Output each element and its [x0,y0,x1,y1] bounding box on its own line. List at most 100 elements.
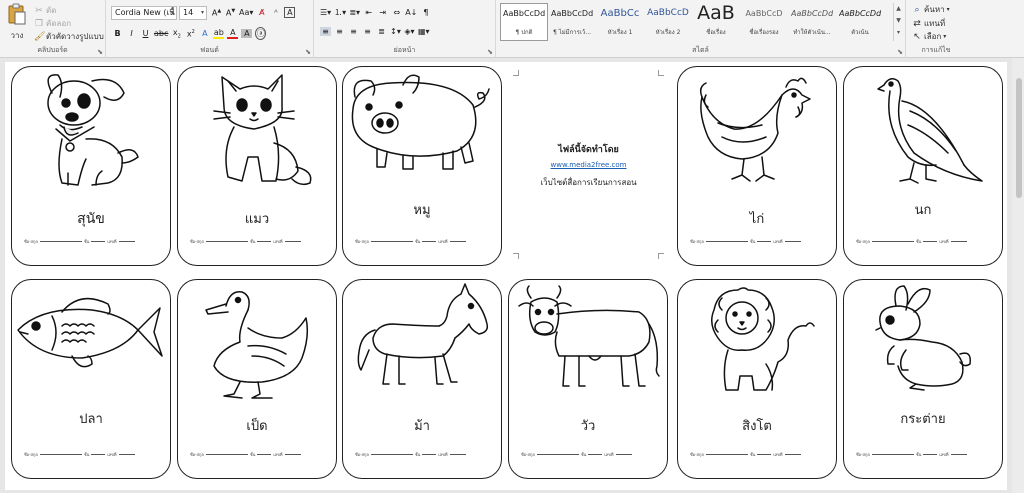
format-painter-button[interactable]: 🖌 ตัวคัดวางรูปแบบ [34,30,104,43]
borders-icon[interactable]: ▦▾ [418,27,430,36]
style-subtle-emphasis[interactable]: AaBbCcDd ทำให้ตัวเน้น... [788,3,836,41]
show-marks-icon[interactable]: ¶ [420,8,431,17]
style-no-spacing[interactable]: AaBbCcDd ¶ ไม่มีการเว้... [548,3,596,41]
rabbit-picture [875,285,972,391]
paste-button[interactable]: วาง [4,3,30,42]
style-subtitle[interactable]: AaBbCcD ชื่อเรื่องรอง [740,3,788,41]
student-info-fields: ชื่อ-สกุล ชั้น เลขที่ [190,238,328,245]
bird-picture [877,78,983,184]
font-name-combo[interactable]: Cordia New (เนื้ ▾ [111,6,177,20]
card-animal-name: แมว [244,212,270,227]
style-emphasis[interactable]: AaBbCcDd ตัวเน้น [836,3,884,41]
style-title[interactable]: AaB ชื่อเรื่อง [692,3,740,41]
subscript-icon[interactable]: x2 [171,28,182,40]
increase-indent-icon[interactable]: ⇥ [377,8,388,17]
enclose-characters-icon[interactable]: ⓐ [255,27,267,40]
bold-icon[interactable]: B [112,29,123,38]
styles-launcher-icon[interactable]: ⬊ [897,48,903,56]
superscript-icon[interactable]: x2 [185,29,196,39]
decrease-indent-icon[interactable]: ⇤ [363,8,374,17]
paragraph-group-label: ย่อหน้า [393,46,416,54]
student-info-fields: ชื่อ-สกุล ชั้น เลขที่ [24,451,162,458]
copy-icon: ❐ [34,18,44,29]
cut-button[interactable]: ✂ ตัด [34,4,56,17]
replace-button[interactable]: ⇄ แทนที่ [912,17,945,30]
font-color-icon[interactable]: A [227,28,239,39]
chevron-down-icon[interactable]: ▼ [894,15,903,27]
card-animal-name: กระต่าย [900,412,946,427]
credit-link[interactable]: www.media2free.com [505,161,672,169]
styles-gallery-scroll[interactable]: ▲ ▼ ▾ [893,3,903,41]
styles-gallery: AaBbCcDd ¶ ปกติ AaBbCcDd ¶ ไม่มีการเว้... … [500,3,892,41]
card-animal-name: นก [914,203,932,218]
strikethrough-icon[interactable]: abc [154,29,168,38]
character-border-icon[interactable]: A [284,7,296,18]
bullets-icon[interactable]: ☰▾ [320,8,331,17]
card-animal-name: เป็ด [246,419,268,434]
style-normal[interactable]: AaBbCcDd ¶ ปกติ [500,3,548,41]
fish-picture [17,297,163,368]
grow-font-icon[interactable]: A▲ [211,8,222,18]
search-icon: ⌕ [914,4,920,15]
flashcard: สุนัข ชื่อ-สกุล ชั้น เลขที่ [11,66,171,266]
line-spacing-icon[interactable]: ↕▾ [390,27,401,36]
ribbon: วาง ✂ ตัด ❐ คัดลอก 🖌 ตัวคัดวางรูปแบบ คลิ… [0,0,1024,58]
underline-icon[interactable]: U [140,29,151,38]
justify-icon[interactable]: ≡ [362,27,373,36]
editing-group: ⌕ ค้นหา ▾ ⇄ แทนที่ ↖ เลือก ▾ การแก้ไข [906,0,966,58]
style-heading-2[interactable]: AaBbCcD หัวเรื่อง 2 [644,3,692,41]
lion-picture [711,287,815,391]
flashcard: ม้า ชื่อ-สกุล ชั้น เลขที่ [342,279,502,479]
student-info-fields: ชื่อ-สกุล ชั้น เลขที่ [355,238,493,245]
vertical-scrollbar[interactable] [1012,58,1024,493]
multilevel-list-icon[interactable]: ≣▾ [349,8,360,17]
cow-picture [518,285,660,387]
student-info-fields: ชื่อ-สกุล ชั้น เลขที่ [521,451,659,458]
paintbrush-icon: 🖌 [34,31,46,42]
phonetic-guide-icon[interactable]: ᴬ [270,8,281,17]
numbering-icon[interactable]: ⒈▾ [334,7,346,18]
crop-mark [658,70,664,76]
copy-button[interactable]: ❐ คัดลอก [34,17,71,30]
align-left-icon[interactable]: ≡ [320,27,331,36]
scrollbar-thumb[interactable] [1016,78,1022,198]
font-size-combo[interactable]: 14 ▾ [179,6,207,20]
align-center-icon[interactable]: ≡ [334,27,345,36]
sort-icon[interactable]: A↓ [405,8,417,17]
paragraph-launcher-icon[interactable]: ⬊ [487,48,493,56]
find-button[interactable]: ⌕ ค้นหา ▾ [912,3,950,16]
chevron-down-icon: ▾ [946,6,950,13]
distributed-icon[interactable]: ⇔ [391,8,402,17]
italic-icon[interactable]: I [126,29,137,38]
highlight-icon[interactable]: ab [213,28,225,39]
student-info-fields: ชื่อ-สกุล ชั้น เลขที่ [24,238,162,245]
font-launcher-icon[interactable]: ⬊ [305,48,311,56]
styles-group-label: สไตล์ [692,46,709,54]
change-case-icon[interactable]: Aa▾ [239,8,253,17]
text-effects-icon[interactable]: A [199,29,210,38]
more-styles-icon[interactable]: ▾ [894,27,903,39]
clear-formatting-icon[interactable]: A̸ [256,8,267,17]
flashcard: ไก่ ชื่อ-สกุล ชั้น เลขที่ [677,66,837,266]
chevron-down-icon: ▾ [943,33,947,40]
thai-distributed-icon[interactable]: ≣ [376,27,387,36]
flashcard: วัว ชื่อ-สกุล ชั้น เลขที่ [508,279,668,479]
student-info-fields: ชื่อ-สกุล ชั้น เลขที่ [190,451,328,458]
shading-icon[interactable]: ◈▾ [404,27,415,36]
flashcard: ปลา ชื่อ-สกุล ชั้น เลขที่ [11,279,171,479]
replace-icon: ⇄ [913,18,921,29]
student-info-fields: ชื่อ-สกุล ชั้น เลขที่ [856,238,994,245]
clipboard-icon [7,3,27,27]
align-right-icon[interactable]: ≡ [348,27,359,36]
character-shading-icon[interactable]: A [241,29,253,38]
shrink-font-icon[interactable]: A▼ [225,8,236,18]
credit-description: เว็บไซต์สื่อการเรียนการสอน [540,178,637,187]
flashcard: แมว ชื่อ-สกุล ชั้น เลขที่ [177,66,337,266]
chevron-up-icon[interactable]: ▲ [894,3,903,15]
editing-group-label: การแก้ไข [921,46,951,54]
style-heading-1[interactable]: AaBbCc หัวเรื่อง 1 [596,3,644,41]
credit-page: ไฟล์นี้จัดทำโดย www.media2free.com เว็บไ… [505,62,672,267]
chicken-picture [699,77,811,182]
clipboard-launcher-icon[interactable]: ⬊ [97,48,103,56]
select-button[interactable]: ↖ เลือก ▾ [912,30,946,43]
